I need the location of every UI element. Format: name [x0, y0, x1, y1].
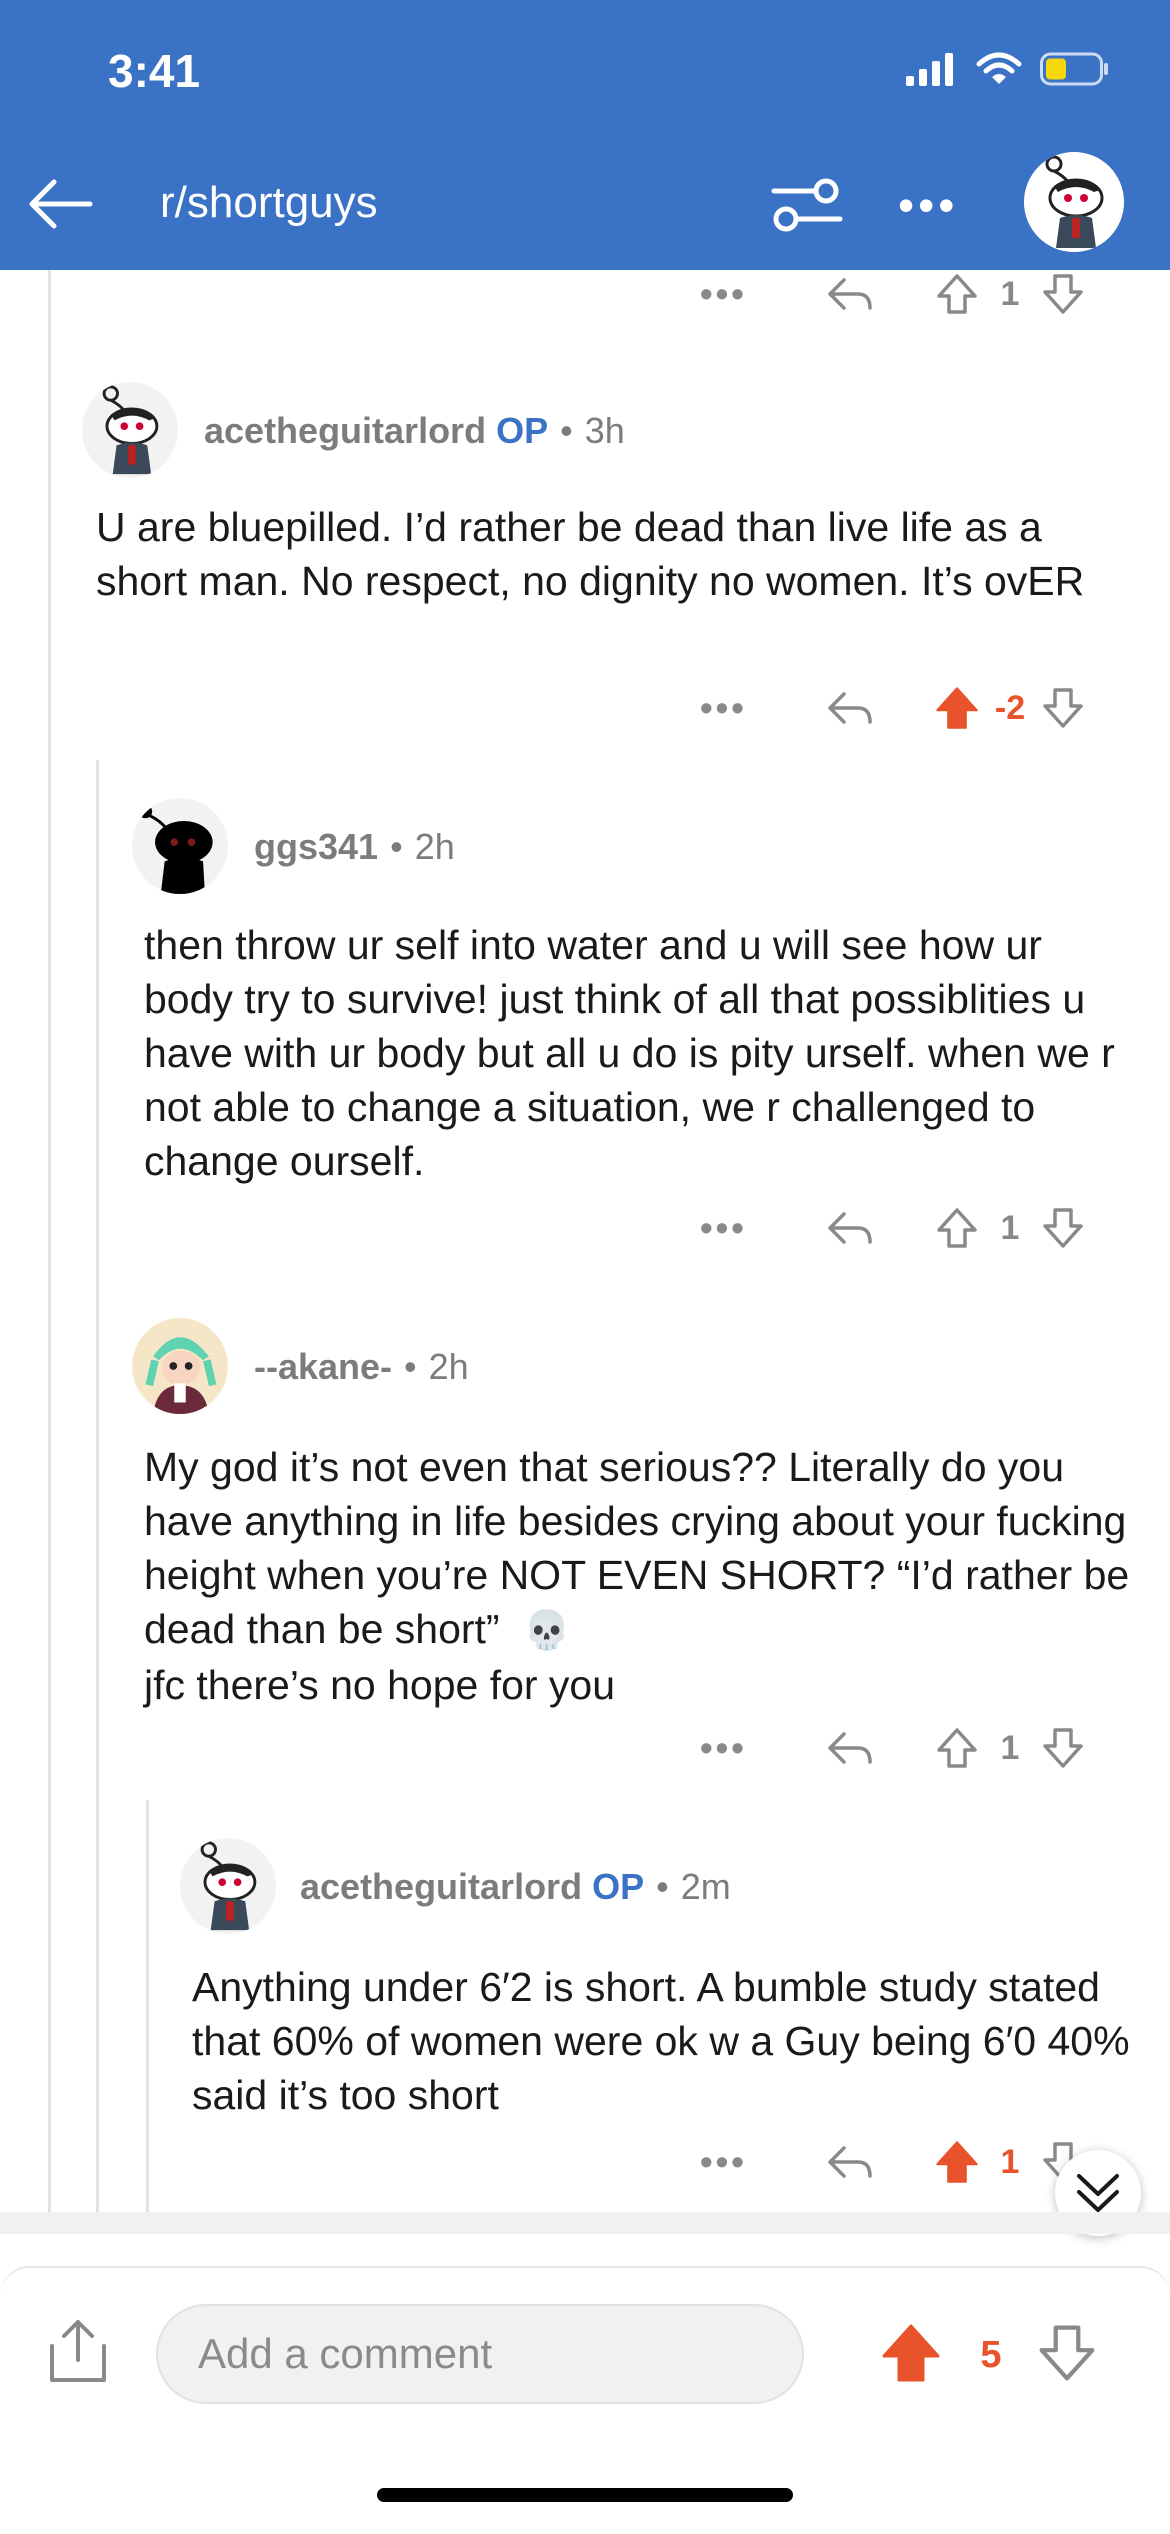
vote-score: -2	[994, 688, 1026, 727]
comment-actions: ••• 1	[700, 1720, 1088, 1776]
thread-line[interactable]	[146, 1800, 149, 2212]
wifi-icon	[976, 52, 1022, 84]
comment-meta: --akane- • 2h	[254, 1346, 469, 1388]
comment-time: 2m	[680, 1866, 731, 1907]
meta-separator: •	[404, 1346, 417, 1387]
vote-score: 1	[1000, 2142, 1020, 2181]
comment-actions: ••• 1	[700, 266, 1088, 322]
meta-separator: •	[560, 410, 573, 451]
meta-separator: •	[656, 1866, 669, 1907]
more-options-icon[interactable]: •••	[700, 1207, 760, 1249]
comment-username[interactable]: ggs341	[254, 826, 378, 867]
comment-body: Anything under 6′2 is short. A bumble st…	[192, 1964, 1130, 2118]
post-upvote-icon-active[interactable]	[878, 2320, 944, 2391]
upvote-icon-active[interactable]	[932, 684, 982, 732]
downvote-icon[interactable]	[1038, 1206, 1088, 1250]
status-time: 3:41	[108, 45, 201, 97]
reply-icon[interactable]	[820, 2142, 880, 2182]
cellular-signal-icon	[906, 53, 953, 86]
add-comment-input[interactable]: Add a comment	[156, 2304, 804, 2404]
vote-score: 1	[1000, 1208, 1020, 1247]
comment-actions: ••• 1	[700, 1200, 1088, 1256]
section-separator	[0, 2212, 1170, 2234]
upvote-icon[interactable]	[932, 272, 982, 316]
add-comment-placeholder: Add a comment	[198, 2330, 493, 2377]
upvote-icon[interactable]	[932, 1206, 982, 1250]
upvote-icon[interactable]	[932, 1726, 982, 1770]
more-options-icon[interactable]: •••	[700, 2141, 760, 2183]
upvote-icon-active[interactable]	[932, 2138, 982, 2186]
comment-time: 2h	[414, 826, 455, 867]
post-downvote-icon[interactable]	[1036, 2322, 1098, 2389]
comment-username[interactable]: acetheguitarlord	[204, 410, 486, 451]
vote-score: 1	[1000, 274, 1020, 313]
user-avatar[interactable]	[1024, 152, 1124, 252]
comment-actions: ••• 1	[700, 2134, 1088, 2190]
comment-meta: acetheguitarlord OP • 3h	[204, 410, 625, 452]
more-options-icon[interactable]: •••	[700, 687, 760, 729]
comment-time: 2h	[428, 1346, 469, 1387]
skull-emoji: 💀	[523, 1610, 571, 1652]
thread-line[interactable]	[96, 760, 99, 2212]
back-arrow-icon[interactable]	[24, 168, 96, 245]
meta-separator: •	[390, 826, 403, 867]
comment-body: My god it’s not even that serious?? Lite…	[144, 1440, 1134, 1712]
avatar[interactable]	[82, 382, 178, 478]
comment-body: then throw ur self into water and u will…	[144, 922, 1115, 1184]
op-badge: OP	[496, 410, 549, 451]
comment-actions: ••• -2	[700, 680, 1088, 736]
comment-meta: acetheguitarlord OP • 2m	[300, 1866, 731, 1908]
status-icons	[906, 52, 1110, 86]
more-options-icon[interactable]: •••	[700, 273, 760, 315]
share-icon[interactable]	[46, 2316, 110, 2391]
thread-line[interactable]	[48, 270, 51, 2212]
top-app-bar	[0, 0, 1170, 270]
comment-username[interactable]: acetheguitarlord	[300, 1866, 582, 1907]
reply-icon[interactable]	[820, 1728, 880, 1768]
downvote-icon[interactable]	[1038, 272, 1088, 316]
comment-time: 3h	[584, 410, 625, 451]
downvote-icon[interactable]	[1038, 686, 1088, 730]
battery-icon	[1040, 52, 1108, 86]
reply-icon[interactable]	[820, 1208, 880, 1248]
sort-filter-icon[interactable]	[770, 175, 844, 240]
reply-icon[interactable]	[820, 274, 880, 314]
downvote-icon[interactable]	[1038, 1726, 1088, 1770]
comment-username[interactable]: --akane-	[254, 1346, 392, 1387]
comment-meta: ggs341 • 2h	[254, 826, 455, 868]
avatar[interactable]	[132, 1318, 228, 1414]
op-badge: OP	[592, 1866, 645, 1907]
comment-body: U are bluepilled. I’d rather be dead tha…	[96, 504, 1085, 604]
vote-score: 1	[1000, 1728, 1020, 1767]
subreddit-title[interactable]: r/shortguys	[160, 178, 378, 228]
avatar[interactable]	[180, 1838, 276, 1934]
avatar[interactable]	[132, 798, 228, 894]
comment-text-end: jfc there’s no hope for you	[144, 1662, 616, 1708]
comment-text: My god it’s not even that serious?? Lite…	[144, 1444, 1130, 1652]
more-options-icon[interactable]: •••	[700, 1727, 760, 1769]
more-options-icon[interactable]: •••	[898, 178, 958, 232]
home-indicator[interactable]	[377, 2488, 793, 2502]
reply-icon[interactable]	[820, 688, 880, 728]
post-vote-score: 5	[980, 2334, 1002, 2376]
